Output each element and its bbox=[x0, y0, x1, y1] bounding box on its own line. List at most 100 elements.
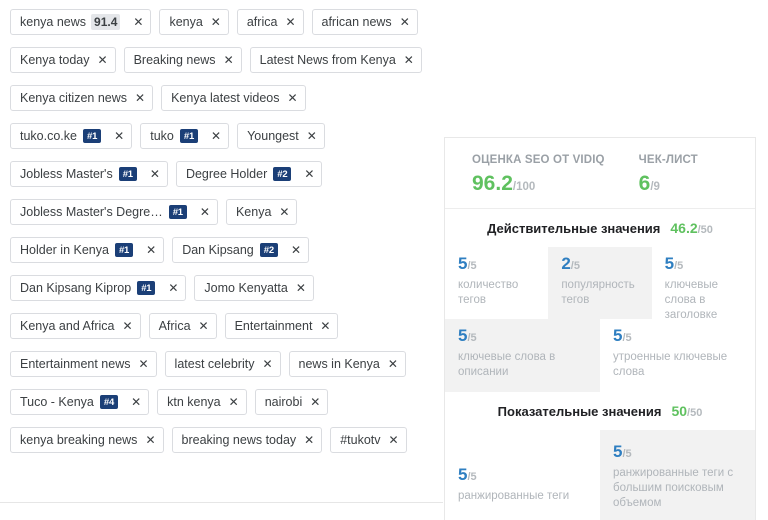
tag-remove-icon[interactable]: ✕ bbox=[131, 396, 141, 408]
tag-chip[interactable]: Kenya and Africa ✕ bbox=[10, 313, 141, 339]
section-label: Показательные значения bbox=[497, 403, 662, 419]
tag-label: Degree Holder bbox=[185, 166, 268, 181]
tag-chip[interactable]: ktn kenya ✕ bbox=[157, 389, 247, 415]
tag-remove-icon[interactable]: ✕ bbox=[279, 206, 289, 218]
tag-remove-icon[interactable]: ✕ bbox=[200, 206, 210, 218]
tag-label: Dan Kipsang Kiprop bbox=[20, 280, 132, 295]
seo-metric-cell[interactable]: 5/5 утроенные ключевые слова bbox=[600, 318, 755, 392]
seo-score-card: ОЦЕНКА SEO ОТ VIDIQ 96.2/100 ЧЕК-ЛИСТ 6/… bbox=[444, 137, 756, 520]
tag-remove-icon[interactable]: ✕ bbox=[211, 130, 221, 142]
tag-remove-icon[interactable]: ✕ bbox=[133, 16, 143, 28]
tag-chip[interactable]: kenya ✕ bbox=[159, 9, 229, 35]
tag-chip[interactable]: Kenya ✕ bbox=[225, 199, 298, 225]
tag-remove-icon[interactable]: ✕ bbox=[135, 92, 145, 104]
tag-chip[interactable]: Entertainment news ✕ bbox=[10, 351, 157, 377]
seo-metric-label: ранжированные теги bbox=[458, 489, 570, 502]
tag-remove-icon[interactable]: ✕ bbox=[224, 54, 234, 66]
seo-score-max: /100 bbox=[512, 180, 536, 193]
tag-chip[interactable]: Entertainment ✕ bbox=[224, 313, 339, 339]
tag-remove-icon[interactable]: ✕ bbox=[400, 16, 410, 28]
tag-chip[interactable]: african news ✕ bbox=[311, 9, 418, 35]
tag-chip[interactable]: Dan Kipsang Kiprop #1 ✕ bbox=[10, 275, 187, 301]
tag-remove-icon[interactable]: ✕ bbox=[168, 282, 178, 294]
tag-remove-icon[interactable]: ✕ bbox=[199, 320, 209, 332]
seo-metric-cell[interactable]: 2/5 популярность тегов bbox=[548, 246, 652, 319]
tag-chip[interactable]: breaking news today ✕ bbox=[171, 427, 323, 453]
tag-label: Kenya citizen news bbox=[20, 90, 128, 105]
seo-card-header: ОЦЕНКА SEO ОТ VIDIQ 96.2/100 ЧЕК-ЛИСТ 6/… bbox=[445, 138, 755, 209]
tag-chip[interactable]: Jobless Master's #1 ✕ bbox=[10, 161, 168, 187]
tag-remove-icon[interactable]: ✕ bbox=[310, 396, 320, 408]
tag-label: Youngest bbox=[247, 128, 299, 143]
tag-label: africa bbox=[246, 14, 278, 29]
tag-chip[interactable]: Dan Kipsang #2 ✕ bbox=[172, 237, 309, 263]
seo-metric-value: 5 bbox=[664, 253, 675, 273]
tag-chip[interactable]: africa ✕ bbox=[236, 9, 304, 35]
seo-metric-cell[interactable]: 5/5 количество тегов bbox=[445, 246, 549, 319]
tag-remove-icon[interactable]: ✕ bbox=[285, 16, 295, 28]
checklist-value: 6 bbox=[638, 171, 651, 195]
seo-metric-cell[interactable]: 5/5 ключевые слова в описании bbox=[445, 318, 600, 392]
tag-chip[interactable]: Jobless Master's Degre… #1 ✕ bbox=[10, 199, 218, 225]
tag-remove-icon[interactable]: ✕ bbox=[211, 16, 221, 28]
tag-remove-icon[interactable]: ✕ bbox=[307, 130, 317, 142]
section-label: Действительные значения bbox=[487, 220, 661, 236]
tag-chip[interactable]: kenya news 91.4 ✕ bbox=[10, 9, 152, 35]
tag-label: Breaking news bbox=[133, 52, 216, 67]
tag-chip[interactable]: Degree Holder #2 ✕ bbox=[175, 161, 323, 187]
tag-chip[interactable]: Kenya today ✕ bbox=[10, 47, 116, 73]
tag-chip[interactable]: Holder in Kenya #1 ✕ bbox=[10, 237, 165, 263]
tag-chip[interactable]: Kenya citizen news ✕ bbox=[10, 85, 154, 111]
tag-chip[interactable]: #tukotv ✕ bbox=[330, 427, 407, 453]
tag-label: Kenya bbox=[235, 204, 272, 219]
tag-remove-icon[interactable]: ✕ bbox=[304, 434, 314, 446]
tag-chip[interactable]: Tuco - Kenya #4 ✕ bbox=[10, 389, 150, 415]
tag-remove-icon[interactable]: ✕ bbox=[229, 396, 239, 408]
seo-metric-label: популярность тегов bbox=[561, 278, 635, 306]
tag-remove-icon[interactable]: ✕ bbox=[123, 320, 133, 332]
tag-row: Tuco - Kenya #4 ✕ ktn kenya ✕ nairobi ✕ bbox=[10, 389, 443, 427]
tag-remove-icon[interactable]: ✕ bbox=[389, 434, 399, 446]
tag-remove-icon[interactable]: ✕ bbox=[114, 130, 124, 142]
tag-chip[interactable]: Kenya latest videos ✕ bbox=[161, 85, 306, 111]
tag-chip[interactable]: Breaking news ✕ bbox=[123, 47, 242, 73]
tag-remove-icon[interactable]: ✕ bbox=[296, 282, 306, 294]
tag-rank-badge: #2 bbox=[259, 242, 278, 258]
tag-label: tuko bbox=[150, 128, 174, 143]
tag-row: Kenya and Africa ✕ Africa ✕ Entertainment ✕ bbox=[10, 313, 443, 351]
tag-chip[interactable]: Africa ✕ bbox=[148, 313, 217, 339]
section-title-indicative-values: Показательные значения 50/50 bbox=[445, 392, 755, 430]
tag-chip[interactable]: tuko.co.ke #1 ✕ bbox=[10, 123, 133, 149]
tag-label: nairobi bbox=[264, 394, 303, 409]
tag-chip[interactable]: latest celebrity ✕ bbox=[164, 351, 281, 377]
tag-remove-icon[interactable]: ✕ bbox=[98, 54, 108, 66]
seo-metric-cell[interactable]: 5/5 ключевые слова в заголовке bbox=[651, 246, 755, 321]
seo-metric-value-group: 5/5 bbox=[665, 255, 745, 273]
tag-remove-icon[interactable]: ✕ bbox=[145, 434, 155, 446]
seo-metric-cell[interactable]: 5/5 ранжированные теги bbox=[445, 457, 600, 520]
tag-chip[interactable]: tuko #1 ✕ bbox=[140, 123, 230, 149]
tag-remove-icon[interactable]: ✕ bbox=[138, 358, 148, 370]
tag-chip[interactable]: kenya breaking news ✕ bbox=[10, 427, 164, 453]
tag-chip[interactable]: Jomo Kenyatta ✕ bbox=[194, 275, 314, 301]
tag-remove-icon[interactable]: ✕ bbox=[146, 244, 156, 256]
tag-remove-icon[interactable]: ✕ bbox=[287, 92, 297, 104]
tag-remove-icon[interactable]: ✕ bbox=[388, 358, 398, 370]
tag-remove-icon[interactable]: ✕ bbox=[262, 358, 272, 370]
tag-remove-icon[interactable]: ✕ bbox=[150, 168, 160, 180]
tag-label: breaking news today bbox=[181, 432, 297, 447]
tag-remove-icon[interactable]: ✕ bbox=[291, 244, 301, 256]
checklist-caption: ЧЕК-ЛИСТ bbox=[638, 154, 698, 166]
tag-chip[interactable]: nairobi ✕ bbox=[254, 389, 329, 415]
tag-label: Africa bbox=[158, 318, 191, 333]
tag-remove-icon[interactable]: ✕ bbox=[404, 54, 414, 66]
checklist-max: /9 bbox=[650, 180, 660, 193]
tag-chip[interactable]: Latest News from Kenya ✕ bbox=[249, 47, 422, 73]
seo-metric-value: 2 bbox=[561, 253, 571, 273]
metrics-row-actual-1: 5/5 количество тегов 2/5 популярность тегов… bbox=[445, 246, 755, 321]
tag-chip[interactable]: news in Kenya ✕ bbox=[288, 351, 406, 377]
tag-remove-icon[interactable]: ✕ bbox=[320, 320, 330, 332]
tag-chip[interactable]: Youngest ✕ bbox=[237, 123, 325, 149]
tag-remove-icon[interactable]: ✕ bbox=[304, 168, 314, 180]
seo-metric-cell[interactable]: 5/5 ранжированные теги с большим поисковы… bbox=[600, 429, 755, 520]
